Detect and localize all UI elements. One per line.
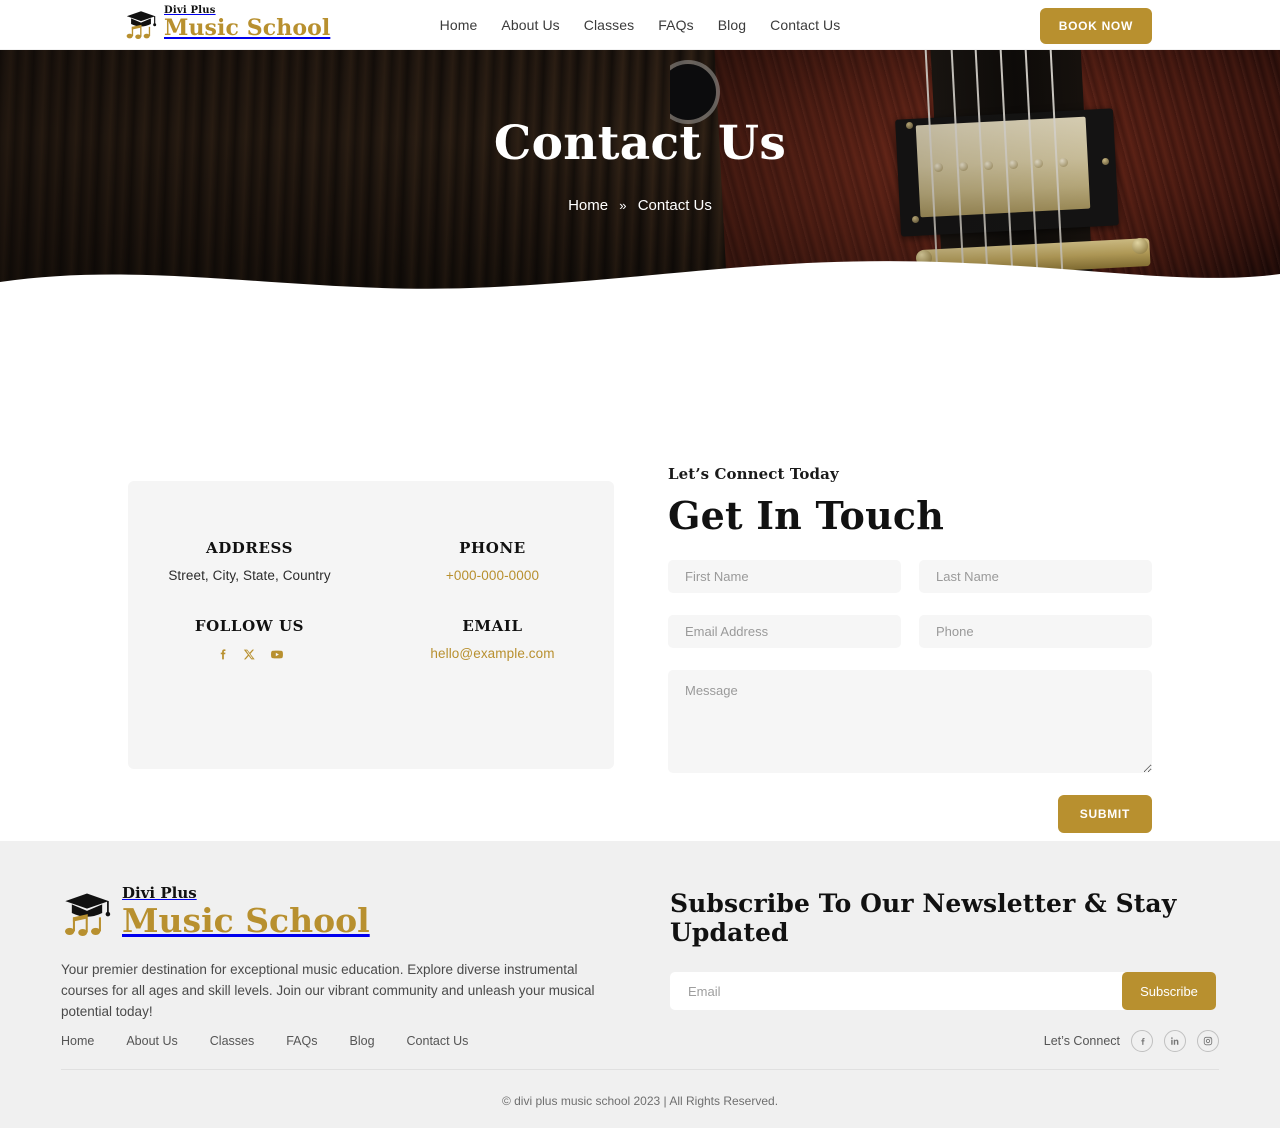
nav-item-faqs[interactable]: FAQs	[658, 17, 693, 33]
page-title: Contact Us	[493, 116, 787, 171]
footer-brand-block: Divi Plus Music School Your premier dest…	[61, 884, 613, 1023]
phone-link[interactable]: +000-000-0000	[446, 568, 539, 583]
name-field-row	[668, 560, 1152, 593]
newsletter-block: Subscribe To Our Newsletter & Stay Updat…	[670, 889, 1218, 1010]
linkedin-icon[interactable]	[1164, 1030, 1186, 1052]
hero-banner: Contact Us Home » Contact Us	[0, 50, 1280, 297]
footer-bottom-bar: Home About Us Classes FAQs Blog Contact …	[61, 1030, 1219, 1052]
first-name-input[interactable]	[668, 560, 901, 593]
footer-logo-main: Music School	[122, 901, 370, 940]
footer-nav-item-faqs[interactable]: FAQs	[286, 1034, 317, 1048]
x-twitter-icon[interactable]	[243, 648, 256, 661]
breadcrumb: Home » Contact Us	[0, 197, 1280, 214]
footer-nav-item-home[interactable]: Home	[61, 1034, 94, 1048]
breadcrumb-current: Contact Us	[637, 197, 712, 214]
graduation-cap-music-note-logo-icon	[65, 893, 111, 936]
hero-content: Contact Us Home » Contact Us	[0, 50, 1280, 214]
facebook-icon[interactable]	[216, 648, 229, 661]
email-link[interactable]: hello@example.com	[430, 646, 554, 661]
contact-info-card: ADDRESS Street, City, State, Country PHO…	[128, 481, 614, 769]
footer-connect-label: Let’s Connect	[1043, 1034, 1120, 1048]
nav-item-home[interactable]: Home	[440, 17, 478, 33]
breadcrumb-home-link[interactable]: Home	[568, 197, 608, 214]
subscribe-button[interactable]: Subscribe	[1122, 972, 1216, 1010]
instagram-icon[interactable]	[1197, 1030, 1219, 1052]
email-value: hello@example.com	[371, 646, 614, 661]
wave-divider-icon	[0, 261, 1280, 297]
contact-info-grid: ADDRESS Street, City, State, Country PHO…	[128, 481, 614, 661]
last-name-input[interactable]	[919, 560, 1152, 593]
site-footer: Divi Plus Music School Your premier dest…	[0, 841, 1280, 1128]
contact-field-row	[668, 615, 1152, 648]
footer-logo-text: Divi Plus Music School	[122, 884, 370, 939]
main-content: ADDRESS Street, City, State, Country PHO…	[0, 297, 1280, 841]
nav-item-blog[interactable]: Blog	[718, 17, 746, 33]
address-value: Street, City, State, Country	[168, 568, 331, 583]
footer-divider	[61, 1069, 1219, 1070]
contact-info-follow-us: FOLLOW US	[128, 617, 371, 661]
book-now-button[interactable]: BOOK NOW	[1039, 8, 1152, 44]
footer-logo[interactable]: Divi Plus Music School	[61, 884, 613, 939]
footer-logo-sub: Divi Plus	[122, 884, 197, 902]
footer-nav-item-contact-us[interactable]: Contact Us	[407, 1034, 469, 1048]
follow-us-title: FOLLOW US	[194, 617, 305, 635]
footer-nav-item-about-us[interactable]: About Us	[126, 1034, 177, 1048]
form-title: Get In Touch	[668, 493, 945, 538]
address-title: ADDRESS	[205, 539, 294, 557]
footer-connect: Let’s Connect	[1044, 1030, 1219, 1052]
footer-nav: Home About Us Classes FAQs Blog Contact …	[61, 1034, 468, 1048]
email-title: EMAIL	[462, 617, 523, 635]
social-links	[128, 648, 371, 661]
phone-input[interactable]	[919, 615, 1152, 648]
email-input[interactable]	[668, 615, 901, 648]
nav-item-classes[interactable]: Classes	[584, 17, 635, 33]
site-header: Divi Plus Music School Home About Us Cla…	[0, 0, 1280, 50]
phone-value: +000-000-0000	[371, 568, 614, 583]
footer-nav-item-classes[interactable]: Classes	[210, 1034, 254, 1048]
page-root: Divi Plus Music School Home About Us Cla…	[0, 0, 1280, 1128]
submit-row: SUBMIT	[668, 795, 1152, 833]
message-textarea[interactable]	[668, 670, 1152, 773]
newsletter-title: Subscribe To Our Newsletter & Stay Updat…	[670, 889, 1177, 947]
footer-description: Your premier destination for exceptional…	[61, 961, 595, 1019]
footer-nav-item-blog[interactable]: Blog	[350, 1034, 375, 1048]
nav-item-contact-us[interactable]: Contact Us	[770, 17, 840, 33]
submit-button[interactable]: SUBMIT	[1057, 795, 1152, 833]
youtube-icon[interactable]	[270, 648, 284, 661]
form-eyebrow: Let’s Connect Today	[668, 465, 839, 483]
contact-info-phone: PHONE +000-000-0000	[371, 539, 614, 583]
copyright-text: © divi plus music school 2023 | All Righ…	[501, 1094, 779, 1108]
breadcrumb-separator-icon: »	[619, 198, 627, 213]
phone-title: PHONE	[459, 539, 526, 557]
newsletter-form: Subscribe	[670, 972, 1216, 1010]
contact-form-section: Let’s Connect Today Get In Touch SUBMIT	[668, 465, 1152, 833]
contact-info-email: EMAIL hello@example.com	[371, 617, 614, 661]
contact-info-address: ADDRESS Street, City, State, Country	[128, 539, 371, 583]
nav-item-about-us[interactable]: About Us	[501, 17, 559, 33]
facebook-icon[interactable]	[1131, 1030, 1153, 1052]
